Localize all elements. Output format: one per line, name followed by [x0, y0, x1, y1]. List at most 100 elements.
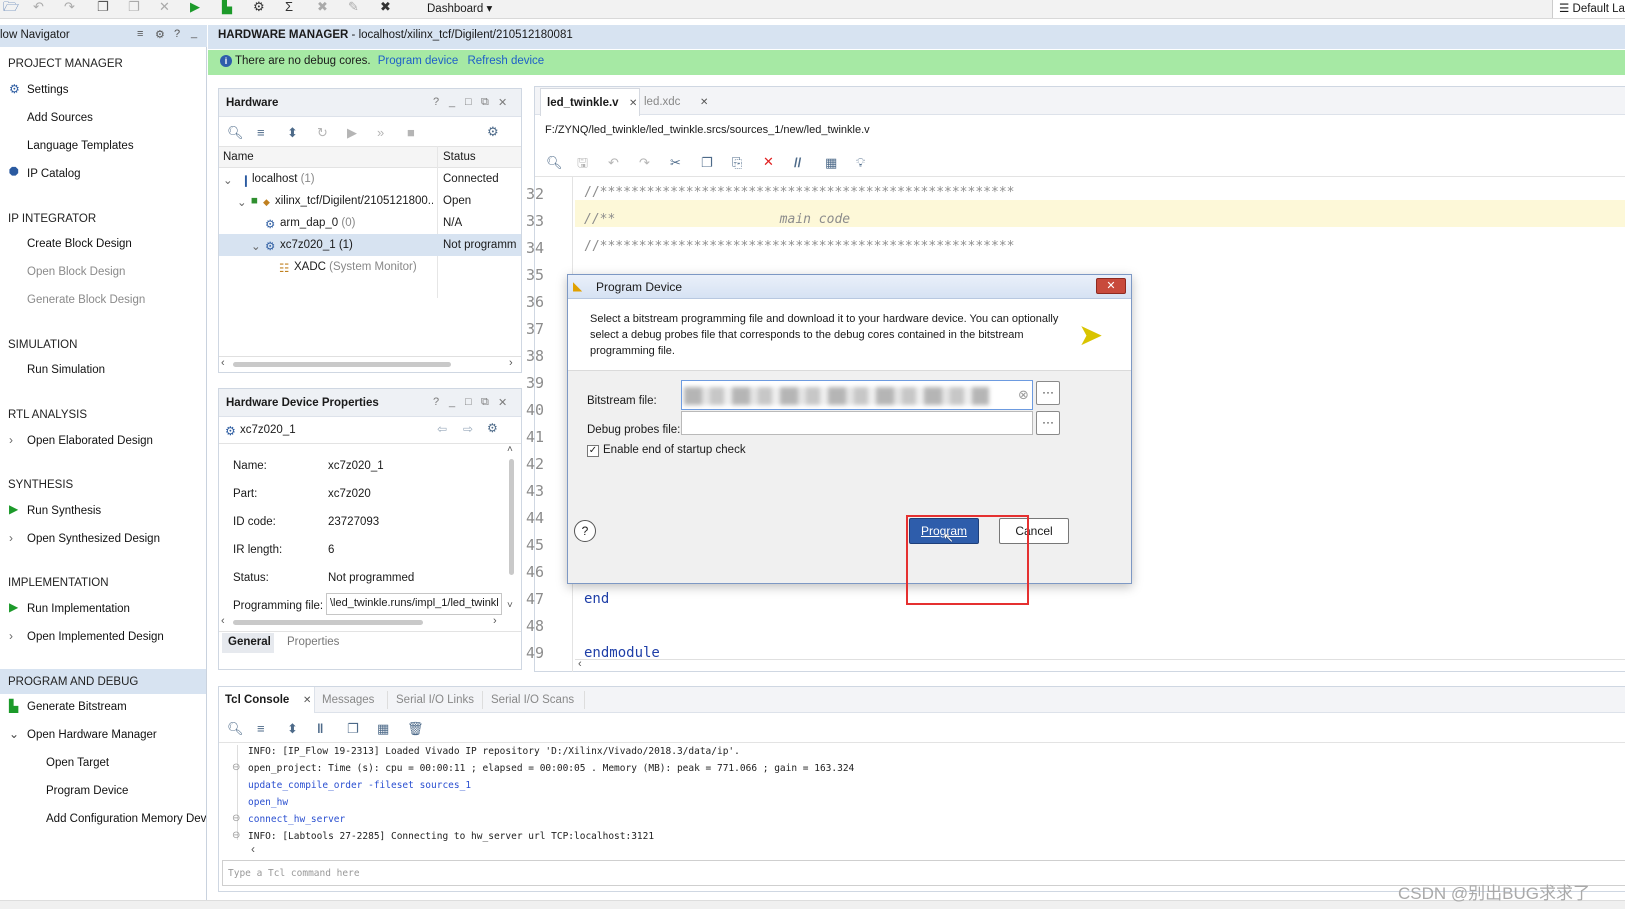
fold-icon[interactable]: ⊖: [232, 830, 240, 841]
layout-selector[interactable]: ☰ Default La: [1552, 0, 1625, 18]
table-icon[interactable]: ▦: [377, 722, 389, 736]
copy-icon[interactable]: ❐: [701, 156, 713, 170]
tool-icon[interactable]: ✖: [317, 0, 328, 16]
scroll-left-icon[interactable]: ‹: [578, 658, 582, 670]
dialog-close-button[interactable]: ✕: [1096, 278, 1126, 294]
nav-add-sources[interactable]: Add Sources: [27, 112, 93, 124]
code-line[interactable]: end: [584, 591, 609, 607]
nav-run-simulation[interactable]: Run Simulation: [27, 364, 105, 376]
refresh-device-link[interactable]: Refresh device: [467, 55, 544, 67]
pause-icon[interactable]: ‖: [317, 722, 323, 736]
code-line[interactable]: endmodule: [584, 645, 660, 661]
help-icon[interactable]: ?: [174, 28, 180, 40]
chevron-down-icon[interactable]: ⌄: [223, 173, 233, 187]
help-icon[interactable]: ?: [433, 96, 439, 108]
open-file-icon[interactable]: 🗁: [3, 0, 19, 16]
dashboard-menu[interactable]: Dashboard ▾: [427, 1, 492, 15]
back-arrow-icon[interactable]: ⇦: [437, 422, 447, 436]
undo-icon[interactable]: ↶: [608, 156, 619, 170]
close-icon[interactable]: ✕: [303, 695, 311, 706]
nav-generate-block-design[interactable]: Generate Block Design: [27, 294, 145, 306]
expand-all-icon[interactable]: ⬍: [287, 126, 298, 140]
save-icon[interactable]: 🖫︎: [577, 156, 588, 170]
scroll-thumb[interactable]: [233, 620, 423, 625]
tab-serial-io-links[interactable]: Serial I/O Links: [396, 694, 474, 706]
restore-icon[interactable]: □: [465, 96, 472, 108]
search-icon[interactable]: 🔍︎: [227, 722, 244, 736]
copy-icon[interactable]: ❐: [347, 722, 359, 736]
table-row-selected[interactable]: ⌄ ⚙ xc7z020_1 (1) Not programm: [219, 234, 521, 256]
nav-program-device[interactable]: Program Device: [46, 785, 128, 797]
options-icon[interactable]: ⚙: [155, 28, 165, 41]
tab-messages[interactable]: Messages: [322, 694, 374, 706]
copy-icon[interactable]: ❐: [97, 0, 109, 16]
nav-open-target[interactable]: Open Target: [46, 757, 109, 769]
editor-hscroll[interactable]: ‹: [575, 658, 1625, 671]
vertical-scrollbar[interactable]: ˄ ˅: [506, 444, 518, 617]
programming-file-field[interactable]: \led_twinkle.runs/impl_1/led_twinkl: [326, 593, 502, 615]
scroll-right-icon[interactable]: ›: [493, 615, 497, 627]
gear-icon[interactable]: ⚙: [487, 125, 499, 139]
chevron-down-icon[interactable]: ⌄: [237, 195, 247, 209]
nav-language-templates[interactable]: Language Templates: [27, 140, 134, 152]
scroll-up-icon[interactable]: ˄: [507, 444, 513, 455]
forward-arrow-icon[interactable]: ⇨: [463, 422, 473, 436]
scroll-thumb[interactable]: [509, 459, 514, 575]
float-icon[interactable]: ⧉: [481, 96, 489, 109]
tab-general[interactable]: General: [222, 633, 274, 653]
run-icon[interactable]: ▶: [190, 0, 200, 16]
table-row[interactable]: ⌄ ❙ localhost (1) Connected: [219, 168, 521, 190]
scroll-thumb[interactable]: [233, 362, 451, 367]
nav-open-implemented-design[interactable]: Open Implemented Design: [27, 631, 164, 643]
play-icon[interactable]: ▶: [347, 126, 357, 140]
nav-create-block-design[interactable]: Create Block Design: [27, 238, 132, 250]
sigma-icon[interactable]: Σ: [285, 0, 293, 16]
column-name[interactable]: Name: [223, 151, 254, 163]
close-icon[interactable]: ✕: [700, 97, 708, 108]
chevron-right-icon[interactable]: ›: [9, 433, 13, 447]
nav-ip-catalog[interactable]: IP Catalog: [27, 168, 81, 180]
nav-open-block-design[interactable]: Open Block Design: [27, 266, 125, 278]
scroll-left-icon[interactable]: ‹: [221, 615, 225, 627]
refresh-icon[interactable]: ↻: [317, 126, 328, 140]
lightbulb-icon[interactable]: 💡︎: [856, 156, 865, 170]
minimize-icon[interactable]: _: [449, 396, 455, 408]
fold-icon[interactable]: ⊖: [232, 813, 240, 824]
nav-open-synthesized-design[interactable]: Open Synthesized Design: [27, 533, 160, 545]
nav-settings[interactable]: Settings: [27, 84, 69, 96]
tab-led-twinkle[interactable]: led_twinkle.v ✕: [540, 88, 640, 116]
code-line[interactable]: //**************************************…: [584, 239, 1014, 254]
close-icon[interactable]: ✕: [498, 96, 507, 109]
chevron-down-icon[interactable]: ⌄: [251, 239, 261, 253]
code-line[interactable]: //** main code: [584, 212, 850, 227]
nav-run-implementation[interactable]: Run Implementation: [27, 603, 130, 615]
fold-icon[interactable]: ⊖: [232, 762, 240, 773]
redo-icon[interactable]: ↷: [639, 156, 650, 170]
float-icon[interactable]: ⧉: [481, 396, 489, 409]
wrench-icon[interactable]: ✖: [380, 0, 391, 16]
nav-generate-bitstream[interactable]: Generate Bitstream: [27, 701, 127, 713]
scroll-left-icon[interactable]: ‹: [251, 842, 255, 856]
comment-icon[interactable]: //: [794, 156, 801, 170]
restore-icon[interactable]: □: [465, 396, 472, 408]
clear-icon[interactable]: ⊗: [1018, 387, 1029, 403]
table-row[interactable]: ☷ XADC (System Monitor): [219, 256, 521, 278]
trash-icon[interactable]: 🗑︎: [407, 722, 424, 736]
paste-icon[interactable]: ⎘: [732, 156, 742, 170]
undo-icon[interactable]: ↶: [33, 0, 44, 16]
delete-icon[interactable]: ✕: [763, 155, 774, 169]
stop-icon[interactable]: ■: [407, 126, 415, 140]
bitstream-icon[interactable]: ▙: [222, 0, 232, 16]
nav-open-hardware-manager[interactable]: Open Hardware Manager: [27, 729, 157, 741]
expand-all-icon[interactable]: ⬍: [287, 722, 298, 736]
fast-forward-icon[interactable]: »: [377, 126, 384, 140]
redo-icon[interactable]: ↷: [64, 0, 75, 16]
startup-check-checkbox[interactable]: ✓: [587, 445, 599, 457]
minimize-icon[interactable]: _: [449, 96, 455, 108]
bitstream-file-input[interactable]: ⊗: [681, 380, 1033, 410]
scroll-left-icon[interactable]: ‹: [221, 357, 225, 369]
program-device-link[interactable]: Program device: [378, 55, 459, 67]
browse-bitstream-button[interactable]: ···: [1036, 381, 1060, 405]
settings-icon[interactable]: ⚙: [253, 0, 265, 16]
nav-add-configuration-memory-device[interactable]: Add Configuration Memory Devic: [46, 813, 206, 825]
